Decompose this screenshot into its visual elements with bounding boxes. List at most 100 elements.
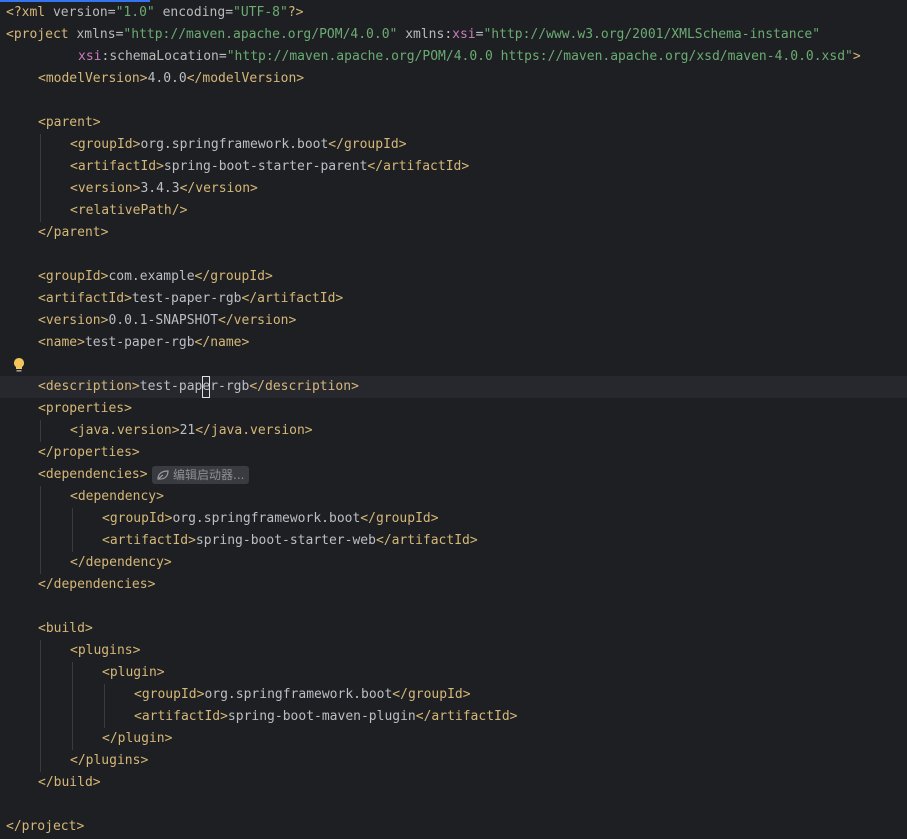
code-text: <plugins>: [70, 640, 140, 662]
code-line[interactable]: <groupId>org.springframework.boot</group…: [0, 684, 907, 706]
code-token: =: [218, 49, 227, 64]
edit-starters-icon: [157, 470, 169, 480]
indent-guide: [40, 486, 41, 508]
indent-guide: [72, 530, 73, 552]
code-token: </java.version>: [195, 423, 313, 438]
code-token: xmlns: [405, 27, 445, 42]
code-line[interactable]: <groupId>org.springframework.boot</group…: [0, 508, 907, 530]
code-line[interactable]: </parent>: [0, 222, 907, 244]
code-line[interactable]: </plugin>: [0, 728, 907, 750]
code-line[interactable]: <parent>: [0, 112, 907, 134]
code-text: <groupId>org.springframework.boot</group…: [70, 134, 407, 156]
code-line[interactable]: [0, 794, 907, 816]
code-token: "1.0": [115, 5, 155, 20]
code-text: <plugin>: [102, 662, 165, 684]
code-token: >: [852, 49, 861, 64]
indent-guide: [40, 530, 41, 552]
code-token: =: [225, 5, 234, 20]
code-line[interactable]: <artifactId>spring-boot-starter-parent</…: [0, 156, 907, 178]
code-line[interactable]: <dependencies> 编辑启动器...: [0, 464, 907, 486]
code-token: test-pap: [139, 379, 203, 394]
code-token: org.springframework.boot: [204, 687, 393, 702]
code-line[interactable]: <dependency>: [0, 486, 907, 508]
code-token: </groupId>: [360, 511, 439, 526]
code-text: <groupId>com.example</groupId>: [38, 266, 273, 288]
code-token: spring-boot-starter-web: [195, 533, 376, 548]
indent-guide: [40, 640, 41, 662]
code-line[interactable]: [0, 90, 907, 112]
code-line[interactable]: </properties>: [0, 442, 907, 464]
code-line[interactable]: </build>: [0, 772, 907, 794]
indent-guide: [72, 508, 73, 530]
code-token: </groupId>: [328, 137, 407, 152]
code-token: 3.4.3: [140, 181, 180, 196]
code-token: spring-boot-starter-parent: [163, 159, 368, 174]
code-line[interactable]: <properties>: [0, 398, 907, 420]
code-token: <artifactId>: [38, 291, 132, 306]
code-line[interactable]: </plugins>: [0, 750, 907, 772]
code-token: xmlns: [76, 27, 116, 42]
code-token: <build>: [38, 621, 93, 636]
code-token: <dependencies>: [38, 467, 148, 482]
code-text: </plugins>: [70, 750, 148, 772]
code-token: <relativePath/>: [70, 203, 188, 218]
code-token: <plugin>: [102, 665, 165, 680]
code-text: <groupId>org.springframework.boot</group…: [102, 508, 439, 530]
code-line[interactable]: [0, 596, 907, 618]
code-token: test-paper-rgb: [131, 291, 242, 306]
code-token: </groupId>: [194, 269, 273, 284]
code-line[interactable]: <relativePath/>: [0, 200, 907, 222]
code-line[interactable]: <project xmlns="http://maven.apache.org/…: [0, 24, 907, 46]
code-text: <build>: [38, 618, 93, 640]
indent-guide: [40, 420, 41, 442]
code-token: org.springframework.boot: [172, 511, 361, 526]
code-line[interactable]: <groupId>org.springframework.boot</group…: [0, 134, 907, 156]
code-line[interactable]: [0, 354, 907, 376]
lightbulb-icon[interactable]: [12, 357, 26, 373]
code-line[interactable]: </dependencies>: [0, 574, 907, 596]
code-line[interactable]: <artifactId>test-paper-rgb</artifactId>: [0, 288, 907, 310]
code-token: </build>: [38, 775, 101, 790]
code-token: <groupId>: [102, 511, 173, 526]
code-line[interactable]: xsi:schemaLocation="http://maven.apache.…: [0, 46, 907, 68]
code-text: <artifactId>spring-boot-starter-parent</…: [70, 156, 469, 178]
code-token: "http://www.w3.org/2001/XMLSchema-instan…: [483, 27, 821, 42]
code-token: </version>: [179, 181, 258, 196]
code-token: 21: [179, 423, 196, 438]
code-token: </groupId>: [392, 687, 471, 702]
code-line[interactable]: <artifactId>spring-boot-starter-web</art…: [0, 530, 907, 552]
code-line[interactable]: <version>3.4.3</version>: [0, 178, 907, 200]
code-text: </build>: [38, 772, 101, 794]
code-line[interactable]: <artifactId>spring-boot-maven-plugin</ar…: [0, 706, 907, 728]
code-text: </parent>: [38, 222, 108, 244]
indent-guide: [72, 706, 73, 728]
code-line[interactable]: <plugins>: [0, 640, 907, 662]
code-text: <relativePath/>: [70, 200, 187, 222]
code-text: </properties>: [38, 442, 140, 464]
code-token: 4.0.0: [147, 71, 187, 86]
code-line[interactable]: <modelVersion>4.0.0</modelVersion>: [0, 68, 907, 90]
indent-guide: [104, 684, 105, 706]
code-editor[interactable]: <?xml version="1.0" encoding="UTF-8"?> <p…: [0, 2, 907, 839]
code-text: <java.version>21</java.version>: [70, 420, 313, 442]
code-line[interactable]: <description>test-paper-rgb</description…: [0, 376, 907, 398]
code-line[interactable]: <java.version>21</java.version>: [0, 420, 907, 442]
code-line[interactable]: </dependency>: [0, 552, 907, 574]
indent-guide: [40, 200, 41, 222]
code-line[interactable]: [0, 244, 907, 266]
code-text: <dependency>: [70, 486, 164, 508]
code-text: <version>0.0.1-SNAPSHOT</version>: [38, 310, 296, 332]
code-line[interactable]: <build>: [0, 618, 907, 640]
indent-guide: [72, 662, 73, 684]
code-line[interactable]: <plugin>: [0, 662, 907, 684]
edit-starters-inlay[interactable]: 编辑启动器...: [152, 466, 250, 484]
code-line[interactable]: <version>0.0.1-SNAPSHOT</version>: [0, 310, 907, 332]
code-line[interactable]: <?xml version="1.0" encoding="UTF-8"?>: [0, 2, 907, 24]
code-token: <artifactId>: [134, 709, 228, 724]
code-line[interactable]: <groupId>com.example</groupId>: [0, 266, 907, 288]
code-token: </modelVersion>: [186, 71, 305, 86]
code-line[interactable]: <name>test-paper-rgb</name>: [0, 332, 907, 354]
code-line[interactable]: </project>: [0, 816, 907, 838]
code-token: <version>: [70, 181, 141, 196]
